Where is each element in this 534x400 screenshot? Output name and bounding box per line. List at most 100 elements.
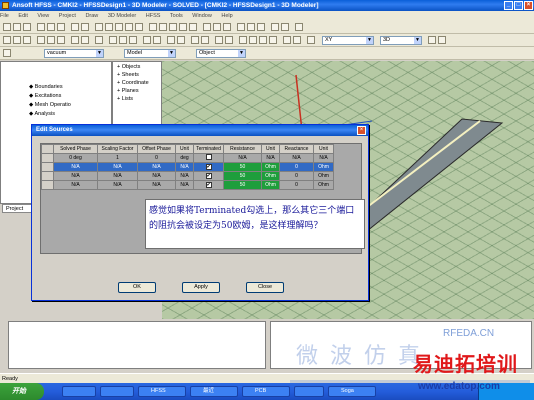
unit-cell[interactable]: Ohm bbox=[261, 180, 280, 190]
maximize-button[interactable]: □ bbox=[514, 1, 523, 10]
mirror-icon[interactable] bbox=[143, 36, 151, 44]
taskbar-item-pcb[interactable]: PCB bbox=[242, 386, 290, 397]
table-row[interactable]: N/A N/A N/A N/A ✔ 50 Ohm 0 Ohm bbox=[41, 171, 334, 181]
arc-icon[interactable] bbox=[57, 36, 65, 44]
coordinate-system-icon[interactable] bbox=[191, 36, 199, 44]
copy-icon[interactable] bbox=[47, 23, 55, 31]
taskbar-item-hfss[interactable]: HFSS bbox=[138, 386, 186, 397]
reactance-cell[interactable]: 0 bbox=[279, 180, 314, 190]
zoom-fit-icon[interactable] bbox=[135, 23, 143, 31]
tree-item-sheets[interactable]: + Sheets bbox=[117, 72, 139, 78]
help-icon[interactable] bbox=[295, 23, 303, 31]
port-icon[interactable] bbox=[247, 23, 255, 31]
measure-icon[interactable] bbox=[271, 23, 279, 31]
cut-icon[interactable] bbox=[37, 23, 45, 31]
show-icon[interactable] bbox=[293, 36, 301, 44]
cylinder-icon[interactable] bbox=[159, 23, 167, 31]
select-object-icon[interactable] bbox=[239, 36, 247, 44]
xy-plane-combo[interactable]: XY ▼ bbox=[322, 36, 374, 45]
terminated-cell[interactable]: ✔ bbox=[193, 180, 224, 190]
grid-icon[interactable] bbox=[281, 23, 289, 31]
plane-icon[interactable] bbox=[225, 36, 233, 44]
model-combo[interactable]: Model ▼ bbox=[124, 49, 176, 58]
menu-file[interactable]: File bbox=[0, 13, 9, 19]
row-header[interactable] bbox=[41, 153, 54, 163]
ortho-icon[interactable] bbox=[438, 36, 446, 44]
unite-icon[interactable] bbox=[109, 36, 117, 44]
unit-cell[interactable]: Ohm bbox=[261, 162, 280, 172]
face-cs-icon[interactable] bbox=[201, 36, 209, 44]
wireframe-icon[interactable] bbox=[307, 36, 315, 44]
terminated-checkbox[interactable]: ✔ bbox=[205, 164, 212, 170]
terminated-checkbox[interactable] bbox=[205, 154, 212, 160]
paste-icon[interactable] bbox=[57, 23, 65, 31]
table-row[interactable]: 0 deg 1 0 deg N/A N/A N/A N/A bbox=[41, 153, 334, 163]
material-icon[interactable] bbox=[3, 49, 11, 57]
menu-3d-modeler[interactable]: 3D Modeler bbox=[108, 13, 136, 19]
circle-icon[interactable] bbox=[81, 36, 89, 44]
rectangle-icon[interactable] bbox=[71, 36, 79, 44]
dimension-combo[interactable]: 3D ▼ bbox=[380, 36, 422, 45]
row-header[interactable] bbox=[41, 180, 54, 190]
thicken-icon[interactable] bbox=[177, 36, 185, 44]
row-header[interactable] bbox=[41, 162, 54, 172]
reactance-cell[interactable]: 0 bbox=[279, 162, 314, 172]
table-row[interactable]: N/A N/A N/A N/A ✔ 50 Ohm 0 Ohm bbox=[41, 180, 334, 190]
analyze-icon[interactable] bbox=[213, 23, 221, 31]
menu-window[interactable]: Window bbox=[192, 13, 212, 19]
close-window-button[interactable]: × bbox=[524, 1, 533, 10]
unit-cell[interactable]: deg bbox=[175, 153, 194, 163]
unit-cell[interactable]: Ohm bbox=[313, 162, 334, 172]
move-icon[interactable] bbox=[13, 36, 21, 44]
terminated-checkbox[interactable]: ✔ bbox=[205, 182, 212, 188]
box-icon[interactable] bbox=[149, 23, 157, 31]
rotate-view-icon[interactable] bbox=[23, 36, 31, 44]
menu-project[interactable]: Project bbox=[59, 13, 76, 19]
arrow-icon[interactable] bbox=[3, 36, 11, 44]
message-manager[interactable] bbox=[8, 321, 266, 369]
pan-icon[interactable] bbox=[105, 23, 113, 31]
results-icon[interactable] bbox=[223, 23, 231, 31]
taskbar-item[interactable]: 最近 bbox=[190, 386, 238, 397]
reactance-cell[interactable]: 0 bbox=[279, 171, 314, 181]
boundary-icon[interactable] bbox=[257, 23, 265, 31]
point-icon[interactable] bbox=[215, 36, 223, 44]
helix-icon[interactable] bbox=[189, 23, 197, 31]
unit-cell[interactable]: Ohm bbox=[313, 180, 334, 190]
close-icon[interactable]: × bbox=[357, 126, 366, 135]
hide-icon[interactable] bbox=[283, 36, 291, 44]
zoom-icon[interactable] bbox=[125, 23, 133, 31]
validate-icon[interactable] bbox=[203, 23, 211, 31]
row-header[interactable] bbox=[41, 171, 54, 181]
terminated-cell[interactable]: ✔ bbox=[193, 162, 224, 172]
taskbar-item[interactable]: Soga bbox=[328, 386, 376, 397]
taskbar-item[interactable] bbox=[62, 386, 96, 397]
menu-tools[interactable]: Tools bbox=[170, 13, 183, 19]
resistance-cell[interactable]: 50 bbox=[223, 162, 262, 172]
object-combo[interactable]: Object ▼ bbox=[196, 49, 246, 58]
resistance-cell[interactable]: 50 bbox=[223, 180, 262, 190]
sweep-icon[interactable] bbox=[167, 36, 175, 44]
select-edge-icon[interactable] bbox=[259, 36, 267, 44]
new-file-icon[interactable] bbox=[3, 23, 11, 31]
close-button[interactable]: Close bbox=[246, 282, 284, 293]
tree-item-excitations[interactable]: ◆ Excitations bbox=[29, 93, 61, 99]
select-face-icon[interactable] bbox=[249, 36, 257, 44]
select-icon[interactable] bbox=[95, 23, 103, 31]
spline-icon[interactable] bbox=[47, 36, 55, 44]
terminated-cell[interactable] bbox=[193, 153, 224, 163]
polygon-icon[interactable] bbox=[95, 36, 103, 44]
ok-button[interactable]: OK bbox=[118, 282, 156, 293]
menu-edit[interactable]: Edit bbox=[18, 13, 27, 19]
minimize-button[interactable]: _ bbox=[504, 1, 513, 10]
tree-item-coordinate-systems[interactable]: + Coordinate bbox=[117, 80, 149, 86]
menu-draw[interactable]: Draw bbox=[85, 13, 98, 19]
torus-icon[interactable] bbox=[179, 23, 187, 31]
intersect-icon[interactable] bbox=[129, 36, 137, 44]
material-combo[interactable]: vacuum ▼ bbox=[44, 49, 104, 58]
terminated-cell[interactable]: ✔ bbox=[193, 171, 224, 181]
save-icon[interactable] bbox=[23, 23, 31, 31]
tree-item-mesh-operations[interactable]: ◆ Mesh Operatio bbox=[29, 102, 71, 108]
terminated-checkbox[interactable]: ✔ bbox=[205, 173, 212, 179]
unit-cell[interactable]: Ohm bbox=[313, 171, 334, 181]
